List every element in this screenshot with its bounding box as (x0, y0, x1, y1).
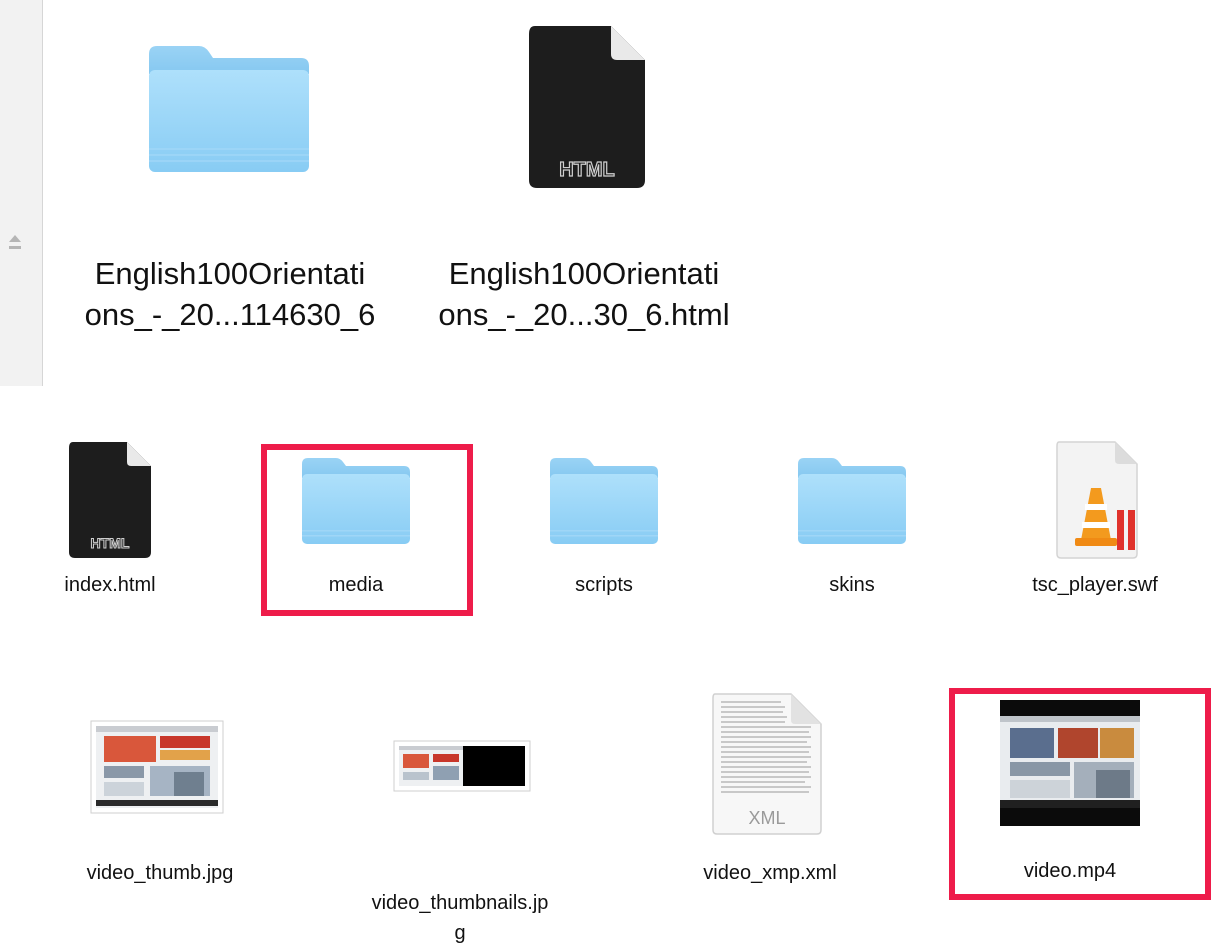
vlc-file-icon (1056, 441, 1138, 559)
video-thumbnail-icon (1000, 700, 1140, 826)
top-folder-item[interactable]: English100Orientati ons_-_20...114630_6 (60, 30, 375, 332)
svg-text:XML: XML (748, 808, 785, 828)
top-html-file-item[interactable]: HTML English100Orientati ons_-_20...30_6.… (420, 20, 740, 332)
folder-icon (798, 458, 906, 544)
video-mp4-item[interactable]: video.mp4 (960, 700, 1200, 890)
skins-folder-item[interactable]: skins (782, 450, 942, 610)
file-name-label: media (328, 574, 384, 596)
video-thumb-jpg-item[interactable]: video_thumb.jpg (45, 718, 275, 898)
svg-text:HTML: HTML (91, 535, 130, 551)
video-xmp-xml-item[interactable]: XML video_xmp.xml (655, 692, 885, 898)
image-thumbnail-icon (90, 720, 224, 814)
folder-icon (149, 46, 309, 172)
file-name-label: video.mp4 (1023, 860, 1117, 882)
video-thumbnails-jpg-item[interactable]: video_thumbnails.jp g (320, 740, 600, 944)
sidebar-edge (0, 0, 43, 386)
file-name-label: English100Orientati ons_-_20...114630_6 (84, 256, 376, 332)
collapse-arrow-icon (9, 235, 21, 249)
file-name-label: video_thumbnails.jp g (371, 892, 549, 944)
scripts-folder-item[interactable]: scripts (534, 450, 694, 610)
file-name-label: English100Orientati ons_-_20...30_6.html (438, 256, 730, 332)
html-file-icon: HTML (529, 26, 645, 188)
xml-file-icon: XML (712, 693, 822, 835)
file-name-label: video_thumb.jpg (86, 862, 234, 884)
file-name-label: video_xmp.xml (703, 862, 837, 884)
html-file-icon: HTML (69, 442, 151, 558)
file-name-label: index.html (64, 574, 156, 596)
file-name-label: tsc_player.swf (1032, 574, 1158, 596)
media-folder-item[interactable]: media (286, 450, 446, 610)
image-strip-thumbnail-icon (393, 740, 531, 792)
folder-icon (550, 458, 658, 544)
folder-icon (302, 458, 410, 544)
file-name-label: scripts (575, 574, 633, 596)
index-html-item[interactable]: HTML index.html (40, 436, 180, 606)
file-name-label: skins (829, 574, 875, 596)
svg-text:HTML: HTML (559, 159, 615, 181)
tsc-player-swf-item[interactable]: tsc_player.swf (1015, 436, 1175, 606)
